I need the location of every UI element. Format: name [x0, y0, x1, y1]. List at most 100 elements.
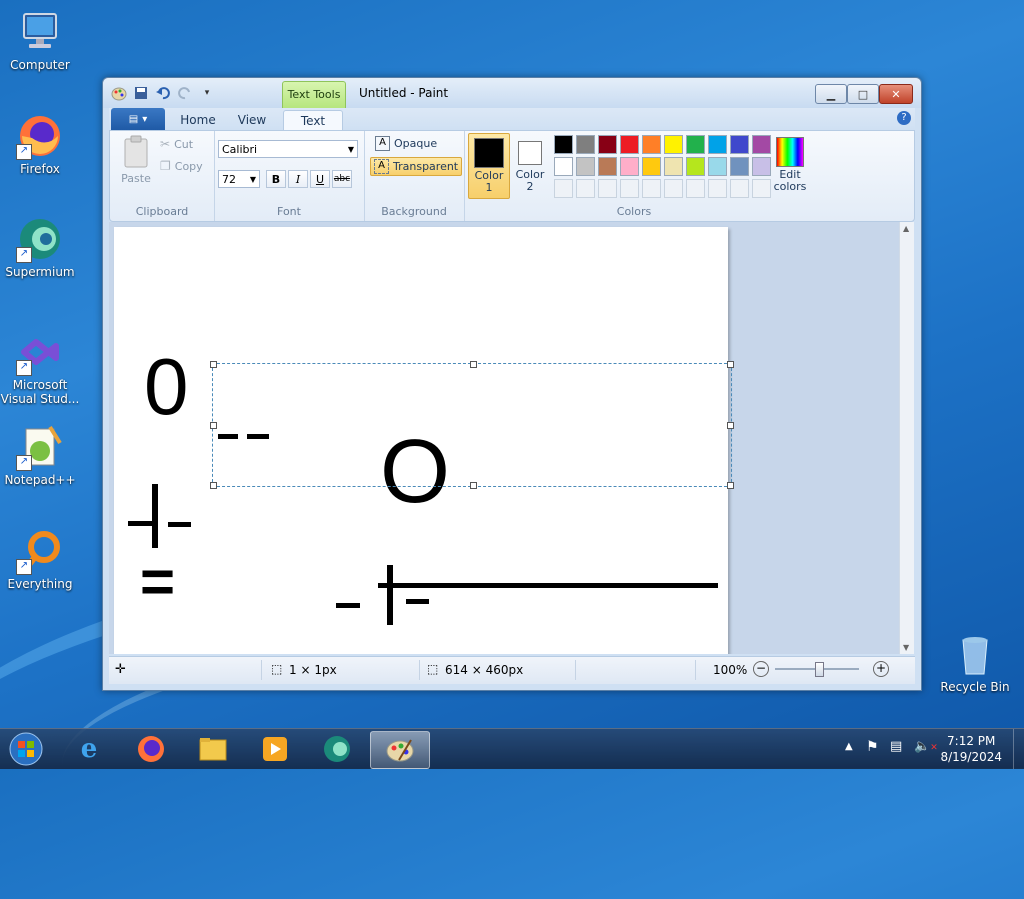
taskbar-paint[interactable]	[370, 731, 430, 769]
palette-swatch[interactable]	[620, 157, 639, 176]
canvas-dash	[406, 599, 429, 604]
tab-view[interactable]: View	[229, 110, 275, 130]
drawing-canvas[interactable]: 0 O =	[114, 227, 734, 654]
title-bar[interactable]: ▾ Text Tools Untitled - Paint ▁ □ ✕	[103, 78, 921, 109]
palette-swatch[interactable]	[598, 135, 617, 154]
desktop-icon-firefox[interactable]: ↗ Firefox	[0, 112, 80, 176]
font-group: Calibri ▼ 72 ▼ B I U abc Font	[214, 131, 365, 221]
bold-button[interactable]: B	[266, 170, 286, 188]
palette-swatch[interactable]	[730, 157, 749, 176]
scroll-up-icon[interactable]: ▲	[903, 224, 909, 233]
palette-swatch[interactable]	[752, 135, 771, 154]
palette-swatch-empty[interactable]	[664, 179, 683, 198]
palette-swatch-empty[interactable]	[730, 179, 749, 198]
palette-swatch-empty[interactable]	[708, 179, 727, 198]
desktop-icon-notepad-plus-plus[interactable]: ↗ Notepad++	[0, 423, 80, 487]
resize-handle[interactable]	[727, 422, 734, 429]
palette-swatch-empty[interactable]	[642, 179, 661, 198]
palette-swatch[interactable]	[752, 157, 771, 176]
underline-button[interactable]: U	[310, 170, 330, 188]
palette-swatch-empty[interactable]	[686, 179, 705, 198]
show-hidden-icons-icon[interactable]: ▲	[845, 741, 853, 752]
palette-swatch[interactable]	[576, 135, 595, 154]
network-icon[interactable]: ▤	[890, 739, 902, 754]
resize-handle[interactable]	[727, 482, 734, 489]
volume-muted-icon[interactable]: 🔈✕	[914, 739, 938, 754]
paint-menu-button[interactable]: ▤ ▾	[111, 108, 165, 130]
color2-button[interactable]: Color 2	[512, 133, 548, 197]
resize-handle[interactable]	[470, 482, 477, 489]
palette-swatch[interactable]	[642, 157, 661, 176]
desktop-icon-recycle-bin[interactable]: Recycle Bin	[935, 630, 1015, 694]
cut-button[interactable]: ✂ Cut	[160, 137, 193, 151]
tab-text[interactable]: Text	[283, 110, 343, 132]
copy-button[interactable]: ❐ Copy	[160, 159, 203, 173]
desktop-icon-visual-studio[interactable]: ↗ Microsoft Visual Stud...	[0, 328, 80, 406]
paint-app-icon[interactable]	[111, 85, 127, 101]
font-family-select[interactable]: Calibri ▼	[218, 140, 358, 158]
palette-swatch[interactable]	[576, 157, 595, 176]
zoom-slider-thumb[interactable]	[815, 662, 824, 677]
taskbar-file-explorer[interactable]	[186, 731, 240, 767]
divider	[261, 660, 262, 680]
minimize-button[interactable]: ▁	[815, 84, 847, 104]
undo-icon[interactable]	[155, 85, 171, 101]
palette-swatch[interactable]	[554, 135, 573, 154]
edit-colors-button[interactable]: Edit colors	[770, 133, 810, 193]
font-size-select[interactable]: 72 ▼	[218, 170, 260, 188]
desktop-icon-computer[interactable]: Computer	[0, 8, 80, 72]
palette-swatch[interactable]	[664, 157, 683, 176]
tab-home[interactable]: Home	[175, 110, 221, 130]
zoom-slider[interactable]	[775, 662, 859, 677]
vertical-scrollbar[interactable]: ▲ ▼	[899, 222, 914, 654]
opaque-button[interactable]: A Opaque	[372, 135, 440, 152]
desktop-icon-label: Supermium	[5, 265, 75, 279]
zoom-in-button[interactable]: +	[873, 661, 889, 677]
taskbar-supermium[interactable]	[310, 731, 364, 767]
palette-swatch-empty[interactable]	[598, 179, 617, 198]
palette-swatch[interactable]	[664, 135, 683, 154]
palette-swatch[interactable]	[686, 135, 705, 154]
system-clock[interactable]: 7:12 PM 8/19/2024	[940, 733, 1002, 765]
customize-qat-icon[interactable]: ▾	[199, 85, 215, 101]
taskbar-internet-explorer[interactable]: e	[62, 731, 116, 767]
transparent-button[interactable]: A Transparent	[370, 157, 463, 176]
palette-swatch[interactable]	[708, 135, 727, 154]
zoom-out-button[interactable]: −	[753, 661, 769, 677]
resize-handle[interactable]	[727, 361, 734, 368]
palette-swatch[interactable]	[554, 157, 573, 176]
text-input-box[interactable]	[210, 361, 734, 489]
color1-button[interactable]: Color 1	[468, 133, 510, 199]
palette-swatch-empty[interactable]	[554, 179, 573, 198]
paste-button[interactable]: Paste	[116, 135, 156, 185]
canvas-viewport[interactable]: 0 O =	[109, 222, 899, 654]
resize-handle[interactable]	[210, 422, 217, 429]
start-button[interactable]	[2, 731, 50, 767]
palette-swatch-empty[interactable]	[752, 179, 771, 198]
palette-swatch[interactable]	[708, 157, 727, 176]
resize-handle[interactable]	[210, 361, 217, 368]
desktop-icon-supermium[interactable]: ↗ Supermium	[0, 215, 80, 279]
maximize-button[interactable]: □	[847, 84, 879, 104]
taskbar-firefox[interactable]	[124, 731, 178, 767]
palette-swatch[interactable]	[598, 157, 617, 176]
italic-button[interactable]: I	[288, 170, 308, 188]
show-desktop-button[interactable]	[1013, 729, 1024, 769]
desktop-icon-everything[interactable]: ↗ Everything	[0, 527, 80, 591]
palette-swatch[interactable]	[642, 135, 661, 154]
help-icon[interactable]: ?	[897, 111, 911, 125]
resize-handle[interactable]	[210, 482, 217, 489]
taskbar-media-player[interactable]	[248, 731, 302, 767]
palette-swatch[interactable]	[620, 135, 639, 154]
redo-icon[interactable]	[177, 85, 193, 101]
close-button[interactable]: ✕	[879, 84, 913, 104]
save-icon[interactable]	[133, 85, 149, 101]
strikethrough-button[interactable]: abc	[332, 170, 352, 188]
palette-swatch-empty[interactable]	[576, 179, 595, 198]
resize-handle[interactable]	[470, 361, 477, 368]
palette-swatch[interactable]	[730, 135, 749, 154]
palette-swatch[interactable]	[686, 157, 705, 176]
action-center-flag-icon[interactable]: ⚑	[866, 739, 879, 755]
palette-swatch-empty[interactable]	[620, 179, 639, 198]
scroll-down-icon[interactable]: ▼	[903, 643, 909, 652]
